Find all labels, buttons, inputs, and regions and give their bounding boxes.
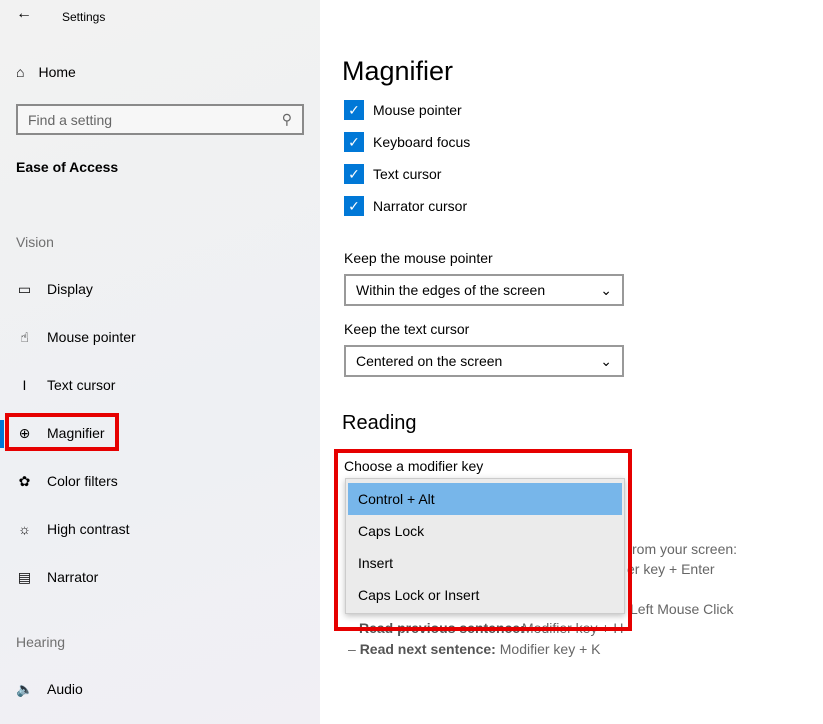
- page-title: Magnifier: [342, 56, 454, 86]
- chevron-down-icon: ⌄: [600, 352, 612, 369]
- label: Audio: [47, 681, 83, 697]
- checkbox-narrator-cursor[interactable]: ✓ Narrator cursor: [344, 196, 467, 216]
- sidebar: ← Settings ⌂ Home Find a setting ⚲ Ease …: [0, 0, 320, 724]
- search-placeholder: Find a setting: [28, 111, 113, 128]
- shortcut-text: rom your screen:: [632, 541, 738, 557]
- pointer-icon: ☝: [20, 328, 29, 345]
- value: Within the edges of the screen: [356, 282, 546, 298]
- text-cursor-icon: I: [22, 377, 27, 393]
- home-icon: ⌂: [16, 64, 25, 80]
- section-title: Ease of Access: [16, 159, 119, 175]
- shortcut-text: er key + Enter: [627, 561, 715, 577]
- home-link[interactable]: ⌂ Home: [16, 64, 76, 80]
- check-icon: ✓: [344, 164, 364, 184]
- app-title: Settings: [62, 10, 106, 24]
- shortcut-next-sentence: – Read next sentence: Modifier key + K: [348, 641, 601, 657]
- reading-heading: Reading: [342, 412, 417, 434]
- annotation-box-magnifier: [5, 413, 119, 451]
- sidebar-item-audio[interactable]: 🔈 Audio: [16, 679, 83, 699]
- label: Mouse pointer: [47, 329, 136, 345]
- label: Mouse pointer: [373, 102, 462, 118]
- monitor-icon: ▭: [17, 280, 32, 297]
- label: Narrator cursor: [373, 198, 468, 214]
- shortcut-text: Left Mouse Click: [630, 601, 734, 617]
- home-label: Home: [38, 64, 76, 80]
- keep-mouse-label: Keep the mouse pointer: [344, 250, 493, 266]
- label: Narrator: [47, 569, 99, 585]
- sidebar-item-display[interactable]: ▭ Display: [16, 279, 93, 299]
- back-arrow-icon[interactable]: ←: [16, 5, 32, 23]
- sidebar-item-mouse-pointer[interactable]: ☝ Mouse pointer: [16, 327, 136, 347]
- label: Color filters: [47, 473, 118, 489]
- keep-text-select[interactable]: Centered on the screen ⌄: [344, 345, 624, 377]
- label: High contrast: [47, 521, 130, 537]
- search-icon: ⚲: [281, 111, 292, 127]
- sidebar-item-color-filters[interactable]: ✿ Color filters: [16, 471, 118, 491]
- palette-icon: ✿: [18, 472, 31, 489]
- sidebar-item-narrator[interactable]: ▤ Narrator: [16, 567, 98, 587]
- check-icon: ✓: [344, 196, 364, 216]
- label: Text cursor: [47, 377, 116, 393]
- annotation-box-modifier: [334, 449, 632, 631]
- check-icon: ✓: [344, 132, 364, 152]
- keep-text-label: Keep the text cursor: [344, 321, 470, 337]
- checkbox-keyboard-focus[interactable]: ✓ Keyboard focus: [344, 132, 470, 152]
- label: Display: [47, 281, 93, 297]
- label: Text cursor: [373, 166, 442, 182]
- check-icon: ✓: [344, 100, 364, 120]
- contrast-icon: ☼: [18, 521, 31, 537]
- group-vision: Vision: [16, 234, 54, 250]
- chevron-down-icon: ⌄: [600, 281, 612, 298]
- checkbox-mouse-pointer[interactable]: ✓ Mouse pointer: [344, 100, 462, 120]
- search-input[interactable]: Find a setting ⚲: [16, 104, 304, 135]
- label: Read next sentence:: [359, 641, 496, 657]
- speaker-icon: 🔈: [16, 680, 34, 697]
- sidebar-item-text-cursor[interactable]: I Text cursor: [16, 375, 116, 395]
- selection-indicator: [0, 420, 4, 448]
- checkbox-text-cursor[interactable]: ✓ Text cursor: [344, 164, 441, 184]
- value: Centered on the screen: [356, 353, 503, 369]
- value: Modifier key + K: [499, 641, 601, 657]
- label: Keyboard focus: [373, 134, 471, 150]
- narrator-icon: ▤: [17, 568, 32, 585]
- group-hearing: Hearing: [16, 634, 66, 650]
- sidebar-item-high-contrast[interactable]: ☼ High contrast: [16, 519, 129, 539]
- keep-mouse-select[interactable]: Within the edges of the screen ⌄: [344, 274, 624, 306]
